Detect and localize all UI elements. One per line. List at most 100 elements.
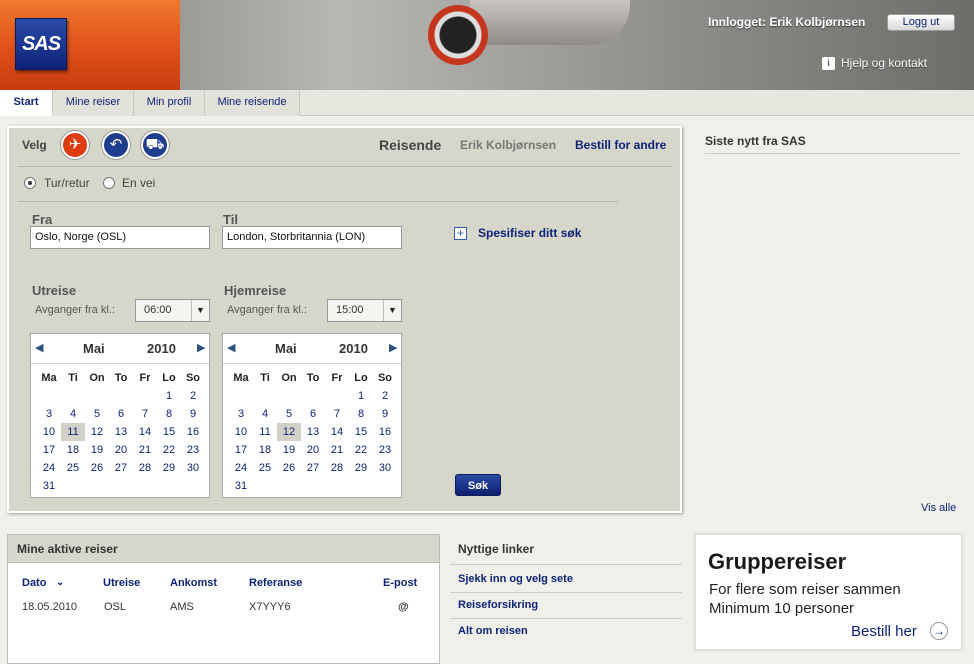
tab-start[interactable]: Start bbox=[0, 90, 53, 116]
calendar-day[interactable]: 22 bbox=[349, 441, 373, 459]
calendar-day[interactable]: 9 bbox=[373, 405, 397, 423]
search-button[interactable]: Søk bbox=[455, 474, 501, 496]
calendar-day[interactable]: 8 bbox=[157, 405, 181, 423]
calendar-day[interactable]: 30 bbox=[181, 459, 205, 477]
calendar-day[interactable]: 15 bbox=[157, 423, 181, 441]
calendar-day[interactable]: 14 bbox=[133, 423, 157, 441]
calendar-day[interactable]: 13 bbox=[109, 423, 133, 441]
calendar-day-selected[interactable]: 12 bbox=[277, 423, 301, 441]
calendar-day[interactable]: 2 bbox=[181, 387, 205, 405]
email-icon[interactable]: @ bbox=[398, 601, 409, 613]
calendar-day[interactable]: 21 bbox=[325, 441, 349, 459]
calendar-day[interactable]: 11 bbox=[253, 423, 277, 441]
tab-mine-reiser[interactable]: Mine reiser bbox=[53, 90, 134, 116]
calendar-day[interactable]: 26 bbox=[85, 459, 109, 477]
calendar-day[interactable]: 28 bbox=[133, 459, 157, 477]
calendar-day[interactable]: 7 bbox=[325, 405, 349, 423]
calendar-day[interactable]: 10 bbox=[229, 423, 253, 441]
calendar-day[interactable]: 6 bbox=[301, 405, 325, 423]
calendar-day[interactable]: 21 bbox=[133, 441, 157, 459]
chevron-down-icon[interactable]: ▼ bbox=[383, 300, 401, 321]
tab-mine-reisende[interactable]: Mine reisende bbox=[205, 90, 300, 116]
calendar-day[interactable]: 30 bbox=[373, 459, 397, 477]
calendar-day[interactable]: 5 bbox=[277, 405, 301, 423]
tab-min-profil[interactable]: Min profil bbox=[134, 90, 205, 116]
chevron-down-icon[interactable]: ▼ bbox=[191, 300, 209, 321]
link-check-in[interactable]: Sjekk inn og velg sete bbox=[458, 573, 573, 585]
calendar-day[interactable]: 15 bbox=[349, 423, 373, 441]
link-about-trip[interactable]: Alt om reisen bbox=[458, 625, 528, 637]
calendar-day[interactable]: 5 bbox=[85, 405, 109, 423]
calendar-day[interactable]: 3 bbox=[37, 405, 61, 423]
calendar-day[interactable]: 9 bbox=[181, 405, 205, 423]
calendar-day[interactable]: 25 bbox=[61, 459, 85, 477]
car-icon[interactable]: ⛟ bbox=[141, 131, 169, 159]
calendar-day[interactable]: 22 bbox=[157, 441, 181, 459]
expand-plus-icon[interactable]: + bbox=[454, 227, 467, 240]
one-way-radio[interactable] bbox=[103, 177, 115, 189]
logout-button[interactable]: Logg ut bbox=[887, 14, 955, 31]
sort-down-icon[interactable]: ⌄ bbox=[56, 577, 64, 588]
calendar-day[interactable]: 28 bbox=[325, 459, 349, 477]
prev-month-icon[interactable]: ◀ bbox=[227, 341, 235, 354]
sas-logo[interactable]: SAS bbox=[15, 18, 67, 70]
calendar-day[interactable]: 1 bbox=[349, 387, 373, 405]
airplane-icon[interactable]: ✈ bbox=[61, 131, 89, 159]
calendar-day[interactable]: 14 bbox=[325, 423, 349, 441]
next-month-icon[interactable]: ▶ bbox=[197, 341, 205, 354]
calendar-day[interactable]: 4 bbox=[61, 405, 85, 423]
calendar-day[interactable]: 13 bbox=[301, 423, 325, 441]
show-all-link[interactable]: Vis alle bbox=[921, 502, 956, 514]
link-travel-insurance[interactable]: Reiseforsikring bbox=[458, 599, 538, 611]
calendar-empty-cell bbox=[85, 387, 109, 405]
outbound-time-select[interactable]: 06:00 ▼ bbox=[135, 299, 210, 322]
prev-month-icon[interactable]: ◀ bbox=[35, 341, 43, 354]
next-month-icon[interactable]: ▶ bbox=[389, 341, 397, 354]
calendar-day[interactable]: 12 bbox=[85, 423, 109, 441]
return-arrow-icon[interactable]: ↶ bbox=[102, 131, 130, 159]
calendar-day[interactable]: 6 bbox=[109, 405, 133, 423]
calendar-day[interactable]: 27 bbox=[109, 459, 133, 477]
help-contact-link[interactable]: Hjelp og kontakt bbox=[841, 56, 927, 70]
calendar-day[interactable]: 7 bbox=[133, 405, 157, 423]
calendar-day[interactable]: 19 bbox=[277, 441, 301, 459]
calendar-day[interactable]: 17 bbox=[229, 441, 253, 459]
calendar-day[interactable]: 8 bbox=[349, 405, 373, 423]
calendar-day[interactable]: 4 bbox=[253, 405, 277, 423]
calendar-day[interactable]: 16 bbox=[373, 423, 397, 441]
calendar-day[interactable]: 19 bbox=[85, 441, 109, 459]
from-input[interactable]: Oslo, Norge (OSL) bbox=[30, 226, 210, 249]
calendar-day[interactable]: 31 bbox=[37, 477, 61, 495]
calendar-day[interactable]: 16 bbox=[181, 423, 205, 441]
return-time-select[interactable]: 15:00 ▼ bbox=[327, 299, 402, 322]
calendar-day[interactable]: 25 bbox=[253, 459, 277, 477]
calendar-day-selected[interactable]: 11 bbox=[61, 423, 85, 441]
round-trip-radio[interactable] bbox=[24, 177, 36, 189]
calendar-day[interactable]: 2 bbox=[373, 387, 397, 405]
book-for-others-link[interactable]: Bestill for andre bbox=[575, 138, 666, 152]
calendar-day[interactable]: 23 bbox=[181, 441, 205, 459]
specify-search-link[interactable]: Spesifiser ditt søk bbox=[478, 226, 581, 240]
calendar-day[interactable]: 10 bbox=[37, 423, 61, 441]
calendar-day[interactable]: 26 bbox=[277, 459, 301, 477]
calendar-day[interactable]: 18 bbox=[253, 441, 277, 459]
arrow-right-icon[interactable]: → bbox=[930, 622, 948, 640]
calendar-day[interactable]: 20 bbox=[301, 441, 325, 459]
calendar-day[interactable]: 29 bbox=[157, 459, 181, 477]
calendar-day[interactable]: 24 bbox=[37, 459, 61, 477]
calendar-day[interactable]: 1 bbox=[157, 387, 181, 405]
calendar-day[interactable]: 23 bbox=[373, 441, 397, 459]
calendar-day[interactable]: 17 bbox=[37, 441, 61, 459]
calendar-day[interactable]: 20 bbox=[109, 441, 133, 459]
calendar-day[interactable]: 29 bbox=[349, 459, 373, 477]
calendar-day[interactable]: 24 bbox=[229, 459, 253, 477]
calendar-day[interactable]: 31 bbox=[229, 477, 253, 495]
return-time-value: 15:00 bbox=[336, 304, 364, 316]
group-travel-ad[interactable]: Gruppereiser For flere som reiser sammen… bbox=[695, 534, 962, 650]
calendar-day[interactable]: 18 bbox=[61, 441, 85, 459]
calendar-day[interactable]: 27 bbox=[301, 459, 325, 477]
column-header-date[interactable]: Dato bbox=[22, 577, 46, 589]
to-input[interactable]: London, Storbritannia (LON) bbox=[222, 226, 402, 249]
calendar-day[interactable]: 3 bbox=[229, 405, 253, 423]
ad-book-link[interactable]: Bestill her bbox=[851, 623, 917, 640]
